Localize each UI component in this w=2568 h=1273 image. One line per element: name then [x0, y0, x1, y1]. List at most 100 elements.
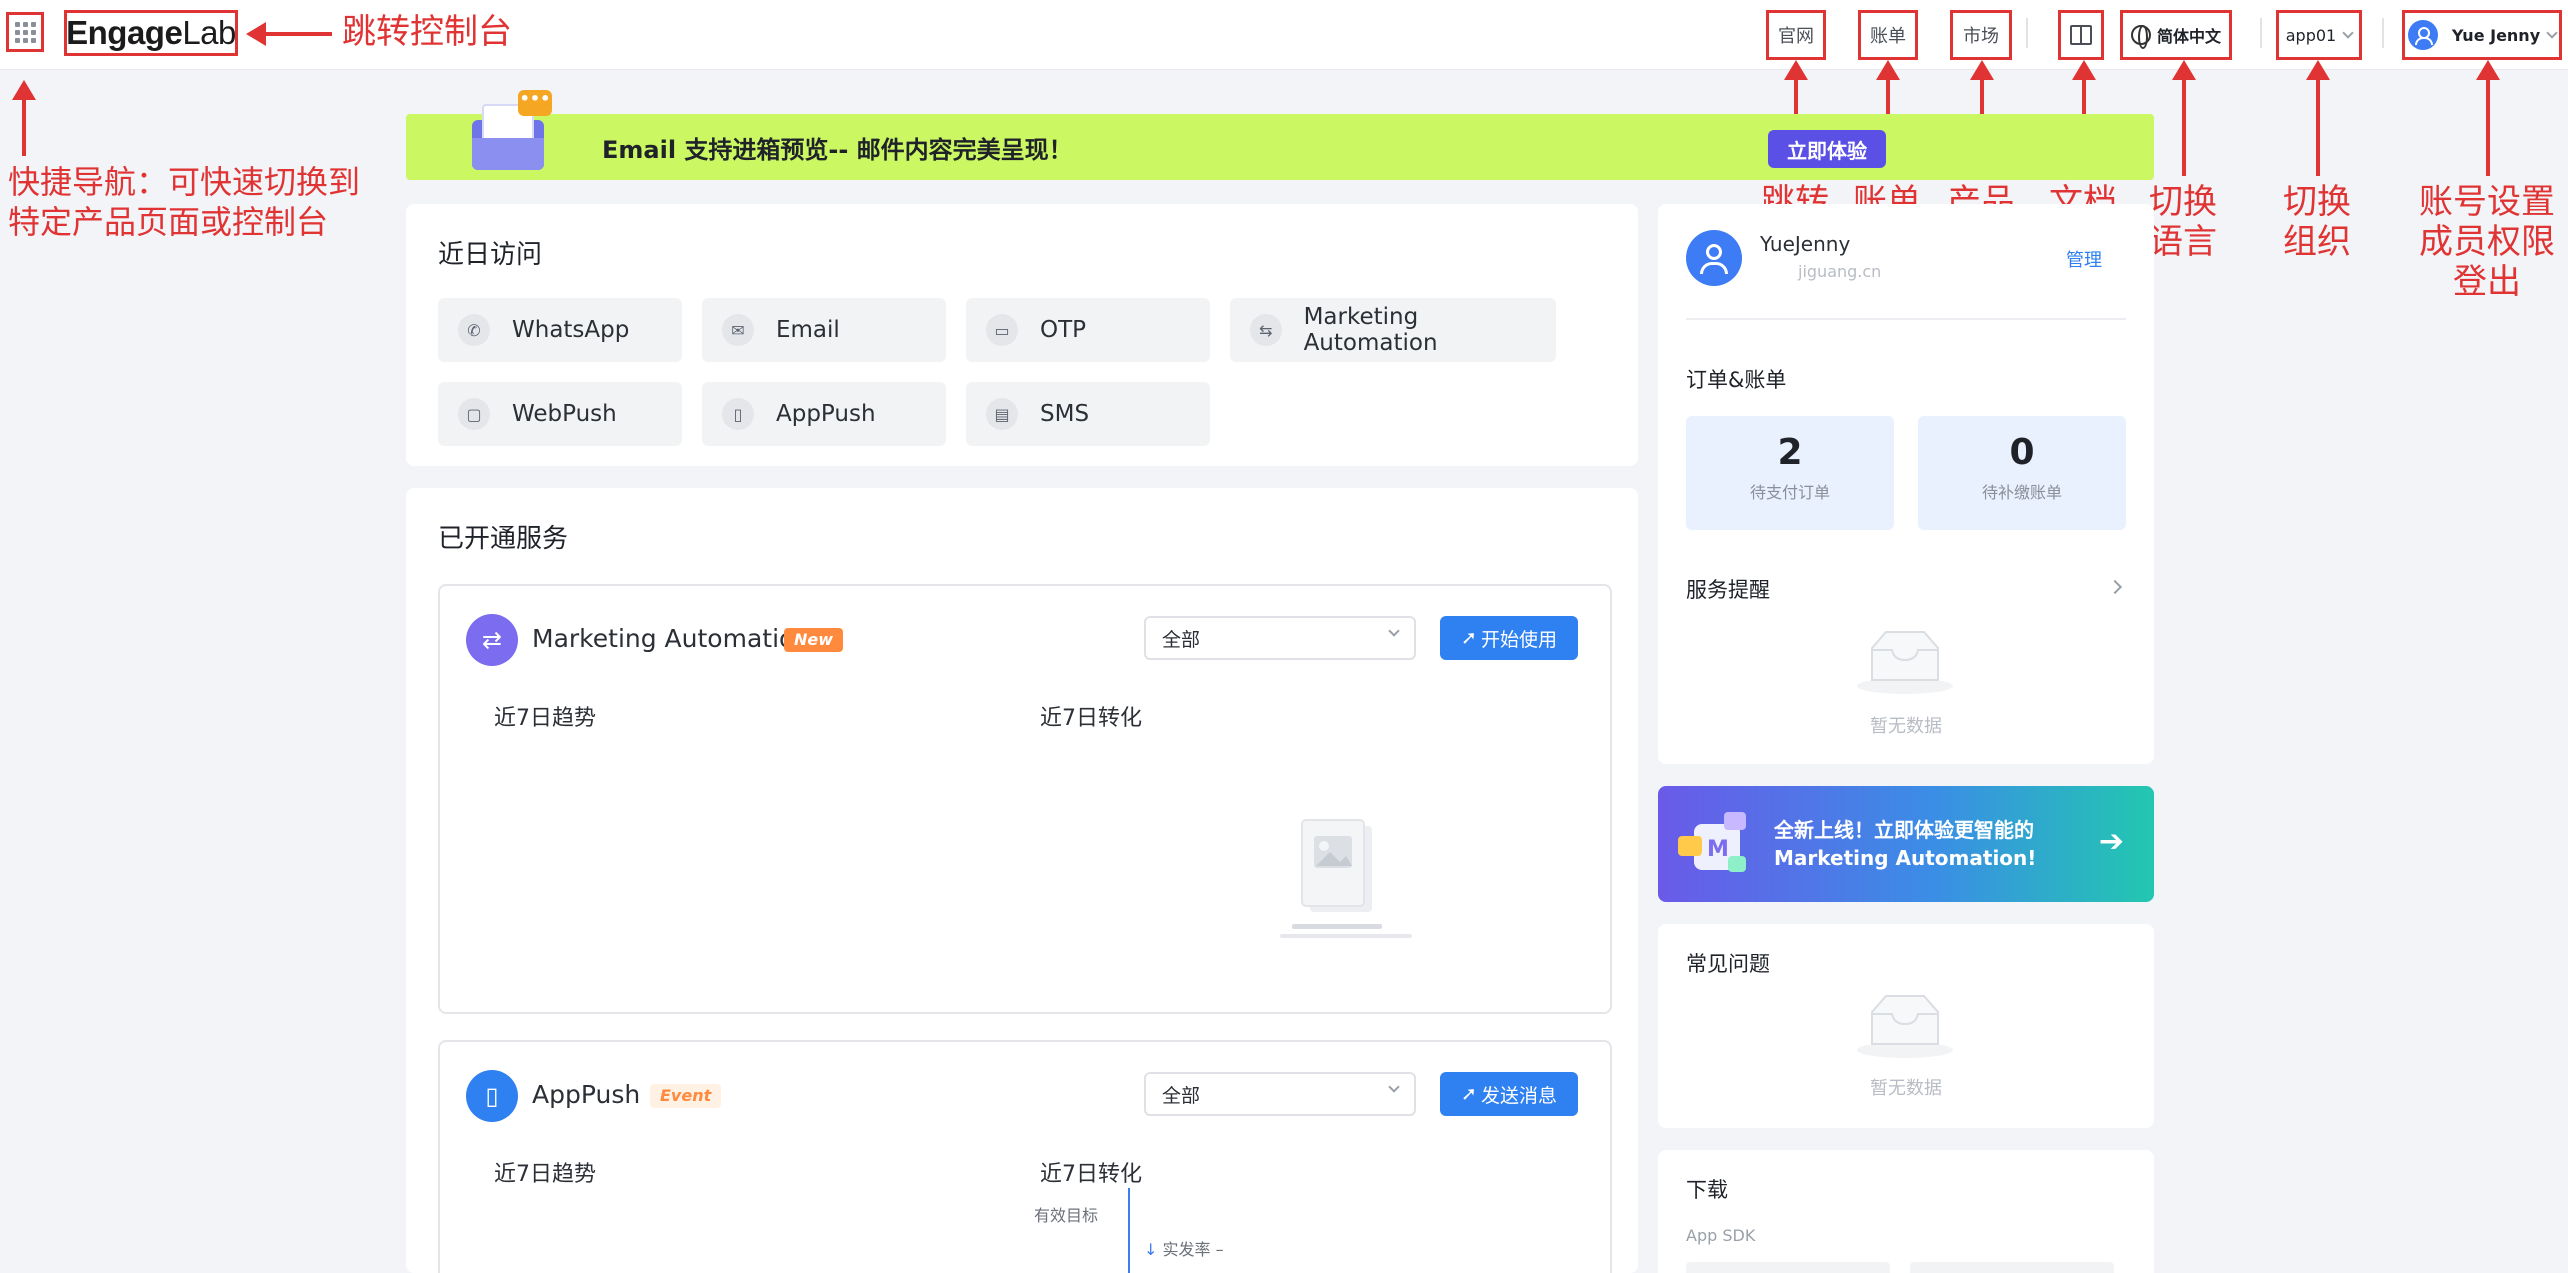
sdk-download-button[interactable] — [1686, 1262, 1890, 1273]
reminders-empty-text: 暂无数据 — [1870, 716, 1942, 737]
recent-item-label: WhatsApp — [512, 317, 630, 343]
download-card: 下载 App SDK — [1658, 1150, 2154, 1273]
apppush-icon: ▯ — [466, 1070, 518, 1122]
send-icon: ➚ — [1461, 627, 1477, 649]
banner-try-button[interactable]: 立即体验 — [1768, 130, 1886, 168]
pending-orders-count: 2 — [1777, 432, 1803, 473]
pending-orders-box[interactable]: 2 待支付订单 — [1686, 416, 1894, 530]
whatsapp-icon: ✆ — [458, 314, 490, 346]
logo-sub-text: Lab — [182, 14, 236, 51]
sdk-label: App SDK — [1686, 1226, 1756, 1245]
nav-billing-label: 账单 — [1870, 26, 1906, 47]
divider — [1686, 318, 2126, 320]
annotation-arrow — [246, 22, 332, 46]
recent-title: 近日访问 — [438, 240, 543, 270]
promo-banner[interactable]: ••• Email 支持进箱预览-- 邮件内容完美呈现！ 立即体验 — [406, 90, 2154, 180]
goal-label: 有效目标 — [1034, 1206, 1099, 1225]
nav-market-label: 市场 — [1963, 26, 1999, 47]
recent-item-sms[interactable]: ▤ SMS — [966, 382, 1210, 446]
faq-title: 常见问题 — [1686, 952, 1770, 976]
recent-item-apppush[interactable]: ▯ AppPush — [702, 382, 946, 446]
nav-docs[interactable] — [2058, 10, 2104, 60]
orders-title: 订单&账单 — [1686, 368, 1787, 392]
arrow-right-icon[interactable]: ➔ — [2099, 824, 2124, 859]
service-apppush: ▯ AppPush Event 全部 ➚ 发送消息 近7日趋势 近7日转化 有效目… — [438, 1040, 1612, 1273]
nav-website[interactable]: 官网 — [1766, 10, 1826, 60]
rate-value: – — [1215, 1240, 1224, 1259]
nav-account[interactable]: Yue Jenny — [2402, 10, 2562, 60]
annotation-language: 切换 语言 — [2149, 182, 2217, 262]
recent-item-label: Marketing Automation — [1303, 304, 1438, 356]
send-icon: ➚ — [1461, 1083, 1477, 1105]
recent-item-webpush[interactable]: ▢ WebPush — [438, 382, 682, 446]
recent-item-label: AppPush — [776, 401, 876, 427]
svg-text:M: M — [1707, 837, 1729, 862]
conversion-label: 近7日转化 — [1040, 1162, 1142, 1187]
pending-bills-label: 待补缴账单 — [1981, 483, 2062, 502]
recent-item-marketing-automation[interactable]: ⇆ Marketing Automation — [1230, 298, 1556, 362]
annotation-arrow — [2306, 60, 2330, 176]
nav-language[interactable]: 简体中文 — [2120, 10, 2232, 60]
nav-org-label: app01 — [2285, 25, 2337, 45]
services-title: 已开通服务 — [438, 524, 569, 554]
profile-name: YueJenny — [1760, 232, 1851, 256]
nav-website-label: 官网 — [1778, 26, 1814, 47]
banner-bubble: ••• — [518, 90, 552, 116]
recent-item-otp[interactable]: ▭ OTP — [966, 298, 1210, 362]
recent-item-whatsapp[interactable]: ✆ WhatsApp — [438, 298, 682, 362]
apps-grid-button[interactable] — [6, 12, 44, 52]
chevron-down-icon — [2342, 26, 2354, 39]
empty-image-icon — [1280, 819, 1412, 938]
profile-email: jiguang.cn — [1798, 262, 1882, 281]
empty-tray-icon — [1857, 631, 1953, 694]
annotation-arrow — [2476, 60, 2500, 176]
nav-user-label: Yue Jenny — [2451, 25, 2541, 45]
faq-empty-text: 暂无数据 — [1870, 1078, 1942, 1099]
otp-icon: ▭ — [986, 314, 1018, 346]
rate-label: 实发率 — [1162, 1240, 1211, 1259]
download-title: 下载 — [1686, 1178, 1728, 1202]
service-filter-select[interactable]: 全部 — [1144, 616, 1416, 660]
marketing-automation-promo[interactable]: M 全新上线！立即体验更智能的 Marketing Automation! ➔ — [1658, 786, 2154, 902]
trend-label: 近7日趋势 — [494, 706, 596, 731]
nav-org-switch[interactable]: app01 — [2276, 10, 2362, 60]
sdk-download-button[interactable] — [1910, 1262, 2114, 1273]
manage-link[interactable]: 管理 — [2066, 246, 2102, 272]
pending-orders-label: 待支付订单 — [1749, 483, 1830, 502]
service-marketing-automation: ⇄ Marketing Automation New 全部 ➚ 开始使用 近7日趋… — [438, 584, 1612, 1014]
envelope-icon: ••• — [466, 86, 552, 170]
send-message-button[interactable]: ➚ 发送消息 — [1440, 1072, 1578, 1116]
divider — [2260, 18, 2262, 48]
engagelab-logo[interactable]: Engage Lab — [64, 10, 238, 56]
grid-icon — [14, 21, 36, 43]
annotation-account: 账号设置 成员权限 登出 — [2419, 182, 2555, 302]
pending-bills-count: 0 — [2009, 432, 2035, 473]
start-using-label: 开始使用 — [1480, 628, 1557, 651]
faq-card: 常见问题 暂无数据 — [1658, 924, 2154, 1128]
recent-item-label: Email — [776, 317, 840, 343]
chevron-right-icon[interactable] — [2107, 579, 2123, 595]
pending-bills-box[interactable]: 0 待补缴账单 — [1918, 416, 2126, 530]
funnel-axis — [1128, 1188, 1130, 1273]
service-name: AppPush — [532, 1080, 641, 1109]
webpush-icon: ▢ — [458, 398, 490, 430]
nav-language-label: 简体中文 — [2156, 27, 2221, 46]
arrow-down-icon: ↓ — [1144, 1240, 1158, 1259]
recent-visits-card: 近日访问 ✆ WhatsApp ✉ Email ▭ OTP ⇆ Marketin… — [406, 204, 1638, 466]
empty-tray-icon — [1857, 995, 1953, 1058]
chevron-down-icon — [1388, 1081, 1400, 1093]
divider — [2026, 18, 2028, 48]
send-message-label: 发送消息 — [1480, 1084, 1557, 1107]
nav-market[interactable]: 市场 — [1950, 10, 2012, 60]
annotation-console: 跳转控制台 — [342, 12, 512, 52]
promo-line-1: 全新上线！立即体验更智能的 — [1774, 818, 2034, 842]
nav-billing[interactable]: 账单 — [1858, 10, 1918, 60]
service-filter-select[interactable]: 全部 — [1144, 1072, 1416, 1116]
book-icon — [2070, 25, 2092, 45]
flow-icon: ⇄ — [466, 614, 518, 666]
user-avatar-icon — [1686, 230, 1742, 286]
recent-item-email[interactable]: ✉ Email — [702, 298, 946, 362]
promo-illustration-icon: M — [1678, 812, 1746, 872]
select-value: 全部 — [1162, 628, 1201, 651]
start-using-button[interactable]: ➚ 开始使用 — [1440, 616, 1578, 660]
